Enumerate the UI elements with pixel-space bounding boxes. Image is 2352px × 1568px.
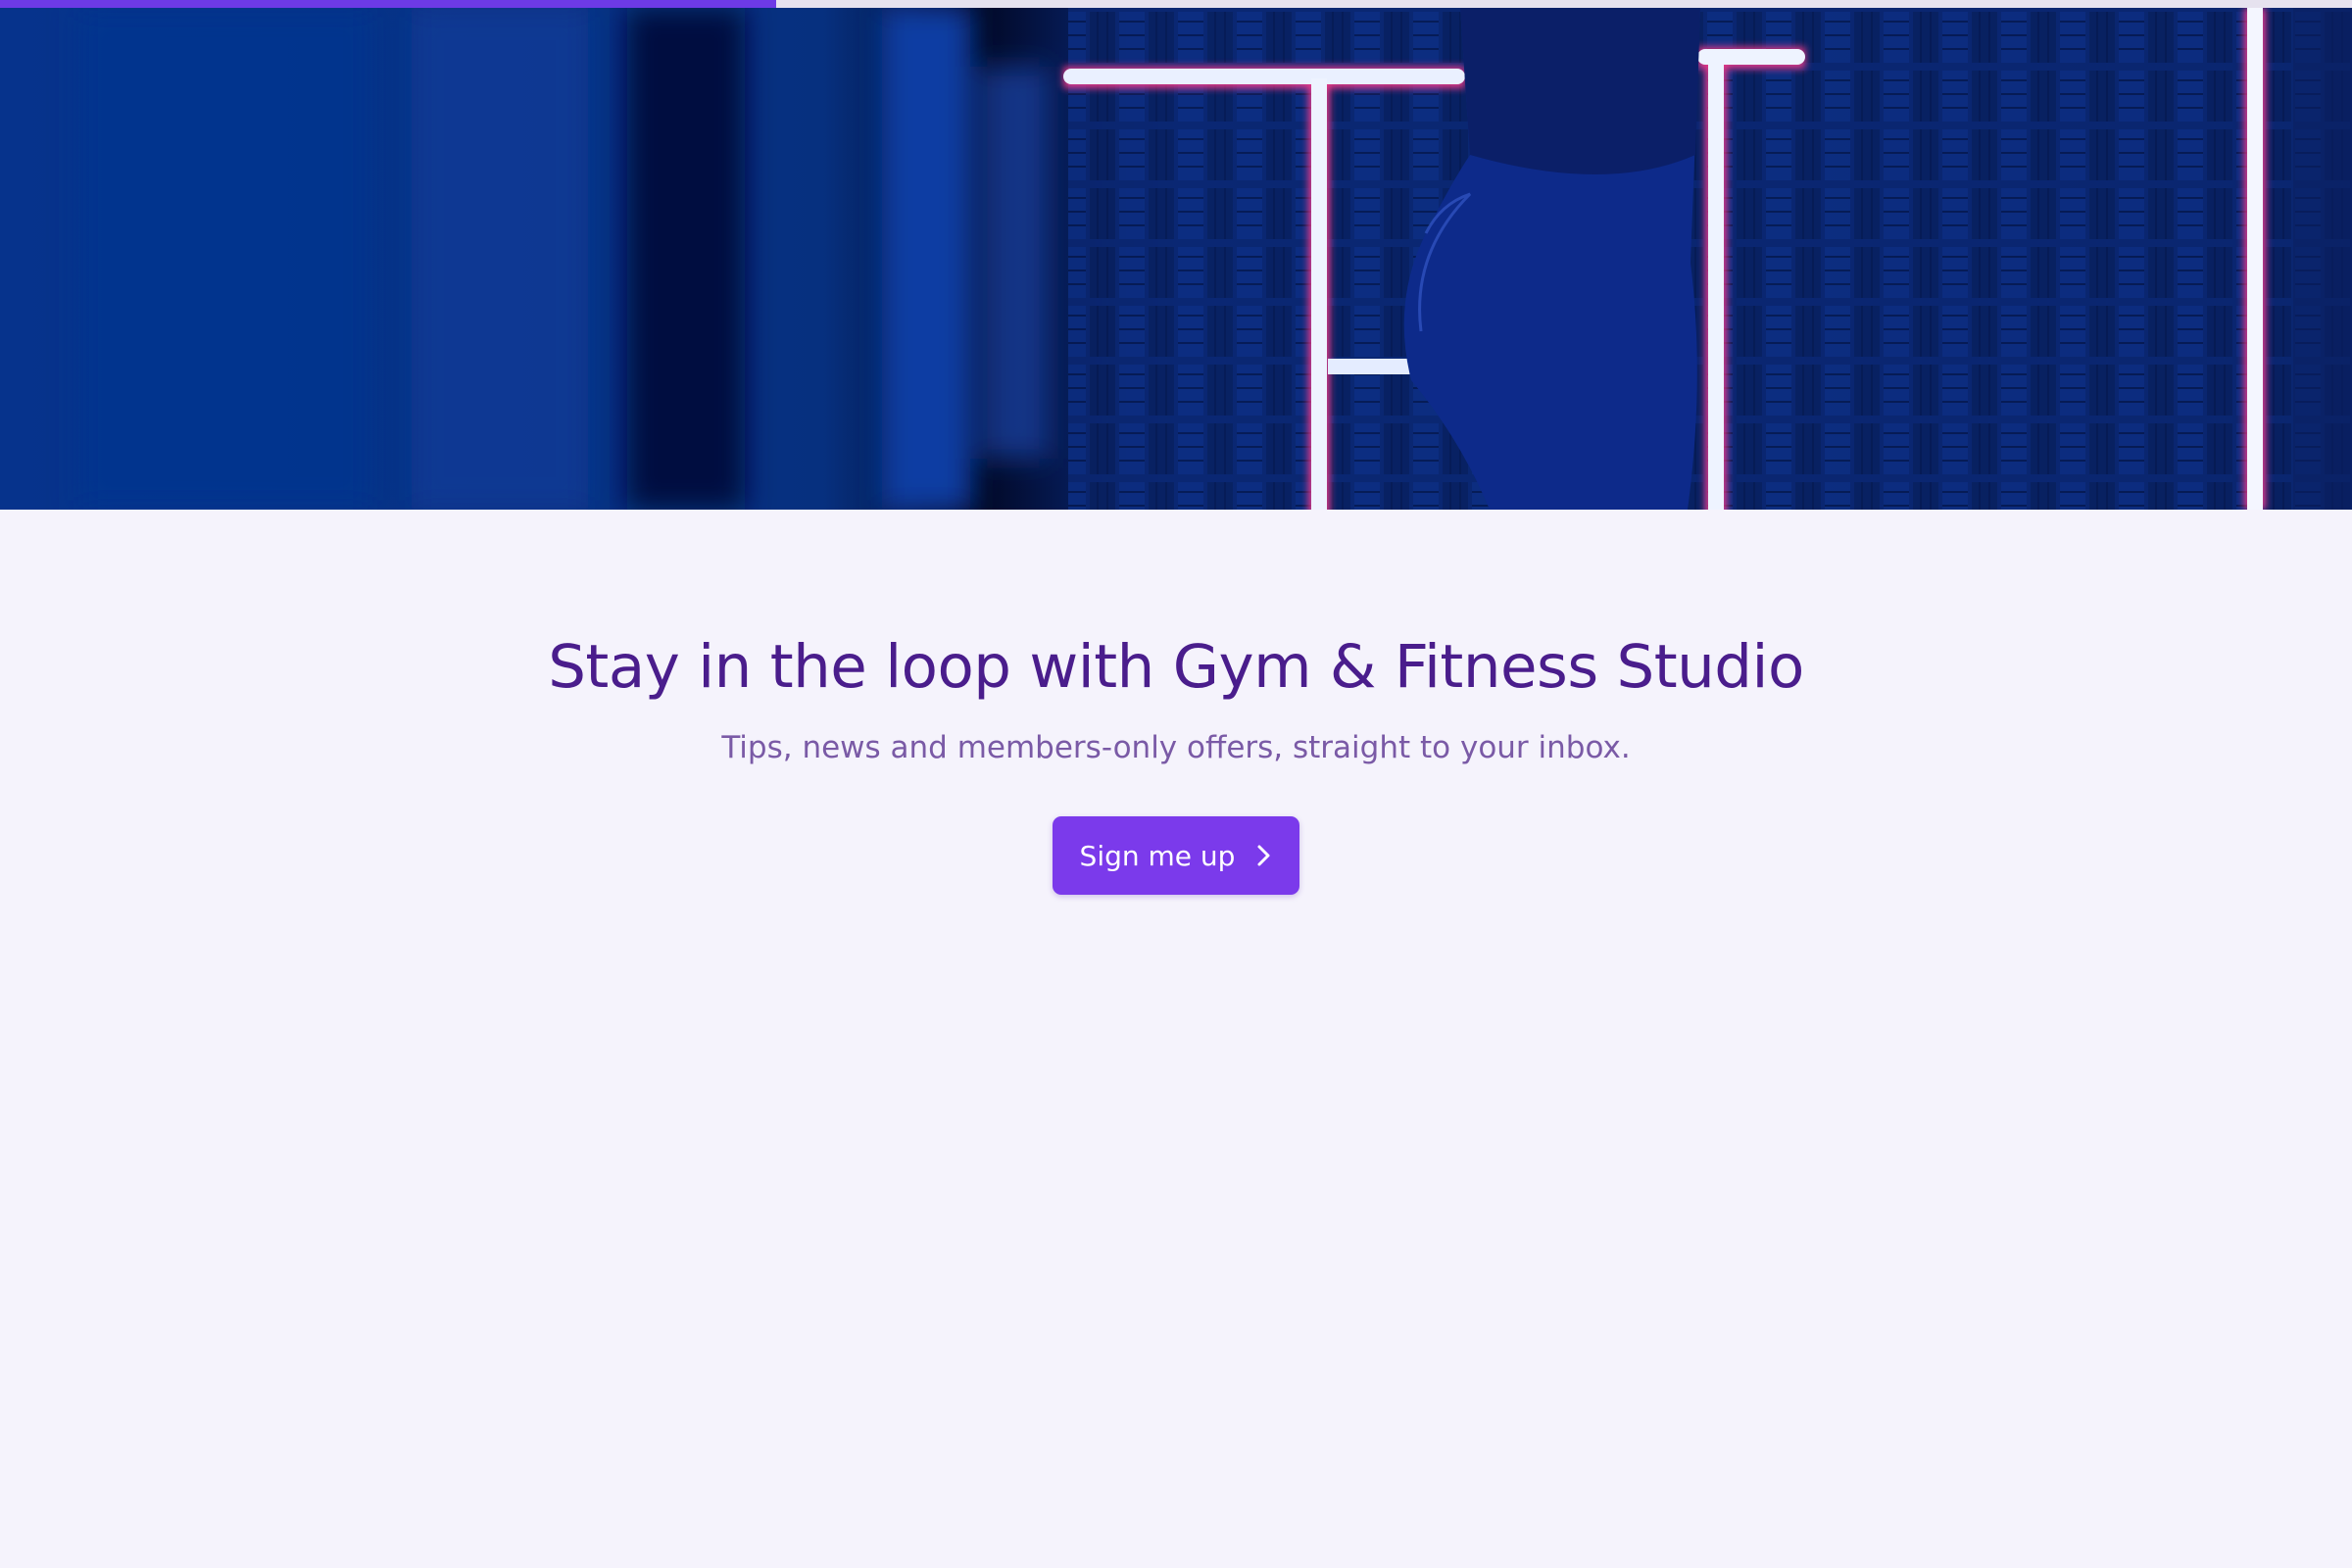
page: Stay in the loop with Gym & Fitness Stud… <box>0 0 2352 1568</box>
newsletter-subtitle: Tips, news and members-only offers, stra… <box>721 730 1631 766</box>
newsletter-section: Stay in the loop with Gym & Fitness Stud… <box>0 510 2352 896</box>
sign-up-button-label: Sign me up <box>1079 839 1236 872</box>
hero-image <box>0 8 2352 510</box>
gym-neon-photo <box>0 8 2352 510</box>
sign-up-button[interactable]: Sign me up <box>1053 816 1299 896</box>
reading-progress-fill <box>0 0 776 8</box>
chevron-right-icon <box>1257 845 1270 866</box>
newsletter-title: Stay in the loop with Gym & Fitness Stud… <box>548 632 1804 702</box>
reading-progress-bar <box>0 0 2352 8</box>
